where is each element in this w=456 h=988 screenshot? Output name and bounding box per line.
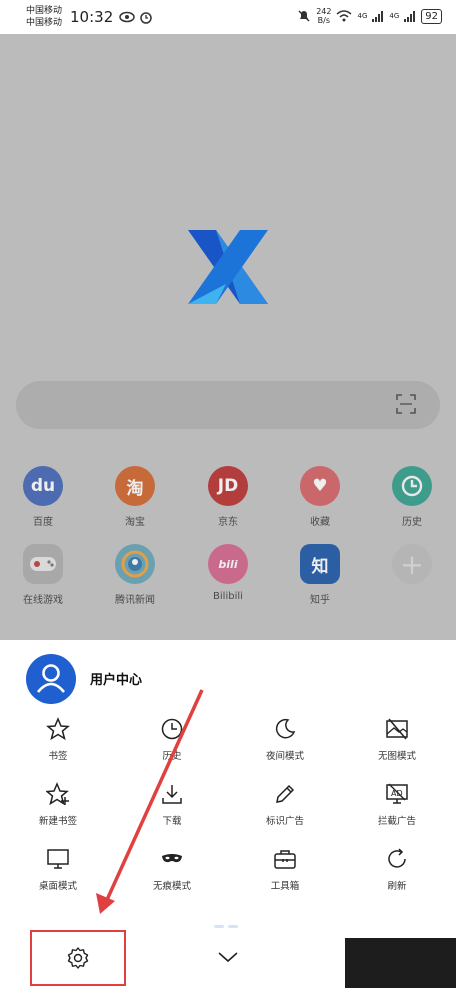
star-icon (46, 717, 70, 741)
shortcut-label: 在线游戏 (23, 595, 63, 606)
wifi-icon (336, 10, 352, 22)
toolbox-icon (274, 850, 296, 869)
zhihu-icon: 知 (300, 544, 340, 584)
menu-desktop-mode[interactable]: 桌面模式 (13, 846, 103, 892)
menu-new-bookmark[interactable]: 新建书签 (13, 781, 103, 827)
carrier-2: 中国移动 (26, 18, 63, 28)
scan-icon[interactable] (396, 394, 416, 414)
menu-label: 桌面模式 (38, 881, 77, 892)
signal-bars-icon (404, 10, 416, 22)
gamepad-icon (23, 544, 63, 584)
user-icon (36, 664, 66, 693)
carrier-1: 中国移动 (26, 6, 63, 16)
moon-icon (275, 718, 296, 739)
menu-sheet: 用户中心 书签 历史 夜间模式 无图模式 新建书签 下载 标识广告 AD 拦截广… (0, 640, 456, 930)
no-image-icon (386, 718, 408, 740)
shortcut-history[interactable]: 历史 (377, 466, 447, 528)
alarm-icon (140, 12, 152, 24)
menu-label: 夜间模式 (265, 751, 304, 762)
menu-label: 书签 (48, 751, 68, 762)
page-indicator (214, 925, 238, 928)
signal-label-1: 4G (357, 12, 368, 20)
signal-label-2: 4G (389, 12, 400, 20)
taobao-icon: 淘 (115, 466, 155, 506)
jd-icon: JD (208, 466, 248, 506)
menu-incognito-mode[interactable]: 无痕模式 (127, 846, 217, 892)
menu-block-ads[interactable]: AD 拦截广告 (352, 781, 442, 827)
shortcut-label: 百度 (33, 517, 53, 528)
plus-icon: + (392, 544, 432, 584)
user-center-title[interactable]: 用户中心 (90, 669, 142, 688)
menu-mark-ads[interactable]: 标识广告 (240, 781, 330, 827)
menu-history[interactable]: 历史 (127, 716, 217, 762)
battery-indicator: 92 (421, 8, 442, 24)
menu-label: 下载 (162, 816, 182, 827)
tencent-news-icon (115, 544, 155, 584)
bottom-bar (0, 930, 456, 988)
shortcut-online-games[interactable]: 在线游戏 (8, 544, 78, 606)
heart-icon: ♥ (300, 466, 340, 506)
clock: 10:32 (70, 8, 114, 26)
shortcut-tencent-news[interactable]: 腾讯新闻 (100, 544, 170, 606)
net-speed: 242 B/s (316, 7, 332, 25)
settings-highlight-box (30, 930, 126, 986)
menu-label: 无痕模式 (152, 881, 191, 892)
refresh-icon (388, 848, 406, 868)
ad-block-icon: AD (386, 783, 408, 804)
shortcut-label: 历史 (402, 517, 422, 528)
menu-label: 刷新 (387, 881, 407, 892)
clock-icon (161, 718, 183, 740)
avatar[interactable] (26, 654, 76, 704)
shortcut-label: Bilibili (213, 591, 243, 602)
chevron-down-icon[interactable] (216, 950, 240, 964)
menu-label: 标识广告 (265, 816, 304, 827)
menu-no-image-mode[interactable]: 无图模式 (352, 716, 442, 762)
star-plus-icon (46, 782, 69, 806)
mask-icon (162, 854, 182, 863)
menu-label: 工具箱 (270, 881, 300, 892)
shortcut-label: 知乎 (310, 595, 330, 606)
download-icon (162, 785, 182, 804)
menu-toolbox[interactable]: 工具箱 (240, 846, 330, 892)
pen-icon (276, 784, 295, 803)
gear-icon[interactable] (66, 946, 90, 970)
clock-icon (392, 466, 432, 506)
bilibili-icon: bili (208, 544, 248, 584)
dark-corner-patch (345, 938, 456, 988)
page-dot (228, 925, 238, 928)
monitor-icon (47, 849, 69, 869)
signal-bars-icon (372, 10, 384, 22)
menu-refresh[interactable]: 刷新 (352, 846, 442, 892)
menu-label: 无图模式 (377, 751, 416, 762)
baidu-icon: du (23, 466, 63, 506)
eye-icon (119, 11, 135, 23)
shortcut-label: 淘宝 (125, 517, 145, 528)
shortcut-taobao[interactable]: 淘 淘宝 (100, 466, 170, 528)
shortcut-add[interactable]: + (377, 544, 447, 584)
status-bar: 中国移动 中国移动 10:32 242 B/s 4G 4G 92 (0, 0, 456, 34)
menu-label: 历史 (162, 751, 182, 762)
menu-label: 新建书签 (38, 816, 77, 827)
carrier-labels: 中国移动 中国移动 (26, 5, 62, 29)
menu-label: 拦截广告 (377, 816, 416, 827)
menu-bookmarks[interactable]: 书签 (13, 716, 103, 762)
menu-downloads[interactable]: 下载 (127, 781, 217, 827)
shortcut-zhihu[interactable]: 知 知乎 (285, 544, 355, 606)
shortcut-baidu[interactable]: du 百度 (8, 466, 78, 528)
menu-night-mode[interactable]: 夜间模式 (240, 716, 330, 762)
shortcut-label: 腾讯新闻 (115, 595, 155, 606)
x-browser-logo (188, 230, 268, 304)
shortcut-jd[interactable]: JD 京东 (193, 466, 263, 528)
shortcut-label: 京东 (218, 517, 238, 528)
mute-bell-icon (298, 10, 310, 22)
search-bar[interactable] (16, 381, 440, 429)
shortcut-bilibili[interactable]: bili Bilibili (193, 544, 263, 602)
shortcut-label: 收藏 (310, 517, 330, 528)
shortcut-favorites[interactable]: ♥ 收藏 (285, 466, 355, 528)
page-dot (214, 925, 224, 928)
